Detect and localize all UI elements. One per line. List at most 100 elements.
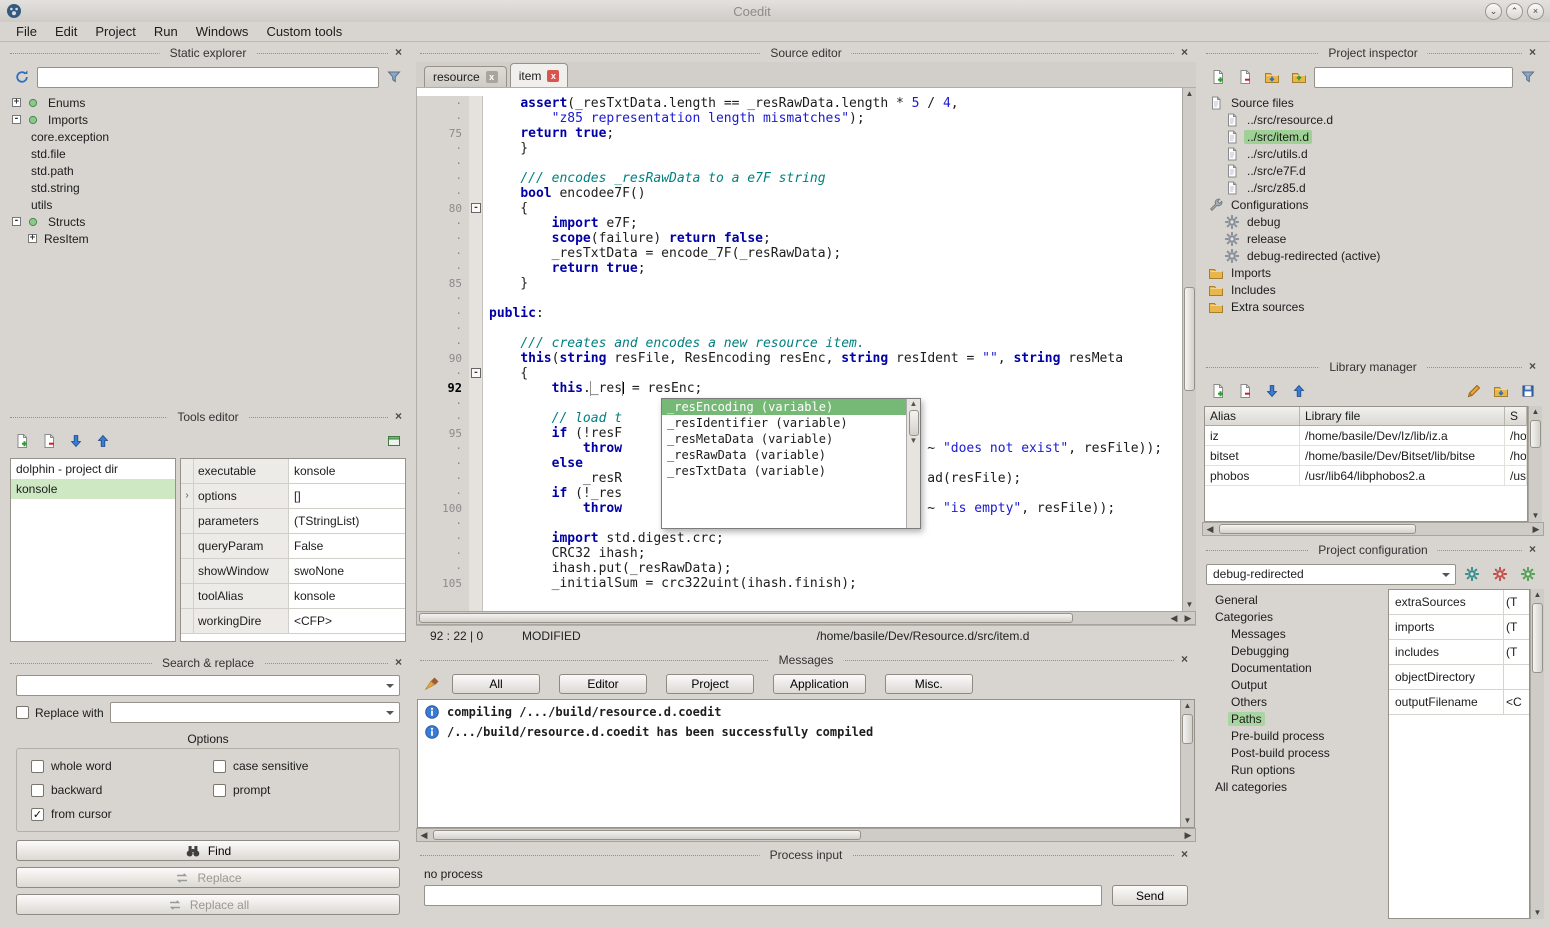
- app-icon[interactable]: [6, 3, 23, 20]
- message-row[interactable]: /.../build/resource.d.coedit has been su…: [418, 722, 1180, 742]
- table-row[interactable]: phobos/usr/lib64/libphobos2.a/us: [1205, 466, 1527, 486]
- option-from-cursor[interactable]: ✓from cursor: [31, 807, 203, 821]
- code-text[interactable]: ihash.put(_resRawData);: [483, 561, 1182, 576]
- scroll-up-icon[interactable]: ▲: [1186, 88, 1194, 100]
- column-header-file[interactable]: Library file: [1300, 407, 1505, 425]
- tree-item-run-options[interactable]: Run options: [1208, 761, 1388, 778]
- filter-button[interactable]: [1516, 65, 1540, 89]
- tree-item-structs[interactable]: -Structs: [8, 213, 408, 230]
- code-text[interactable]: scope(failure) return false;: [483, 231, 1182, 246]
- config-property-row-outputfilename[interactable]: outputFilename<C: [1389, 690, 1529, 715]
- move-library-down-button[interactable]: [1260, 379, 1284, 403]
- replace-button[interactable]: Replace: [16, 867, 400, 888]
- code-text[interactable]: }: [483, 141, 1182, 156]
- scroll-right-icon[interactable]: ▶: [1181, 613, 1195, 624]
- scrollbar-thumb[interactable]: [909, 410, 919, 436]
- scroll-left-icon[interactable]: ◀: [1203, 524, 1217, 535]
- message-row[interactable]: compiling /.../build/resource.d.coedit: [418, 702, 1180, 722]
- checkbox-from-cursor[interactable]: ✓: [31, 808, 44, 821]
- code-text[interactable]: import e7F;: [483, 216, 1182, 231]
- expander-icon[interactable]: +: [12, 98, 21, 107]
- code-text[interactable]: [483, 591, 1182, 611]
- code-text[interactable]: }: [483, 276, 1182, 291]
- tree-item-source-files[interactable]: Source files: [1204, 94, 1542, 111]
- option-backward[interactable]: backward: [31, 783, 203, 797]
- scroll-right-icon[interactable]: ▶: [1529, 524, 1543, 535]
- close-icon[interactable]: ×: [1525, 359, 1540, 374]
- table-row[interactable]: iz/home/basile/Dev/Iz/lib/iz.a/ho: [1205, 426, 1527, 446]
- minimize-window-button[interactable]: ⌃: [1506, 3, 1523, 20]
- tree-item-src-e7f-d[interactable]: ../src/e7F.d: [1204, 162, 1542, 179]
- scroll-down-icon[interactable]: ▼: [910, 436, 918, 445]
- add-folder-button[interactable]: [1260, 65, 1284, 89]
- property-value[interactable]: (TStringList): [289, 509, 405, 533]
- code-text[interactable]: bool encodee7F(): [483, 186, 1182, 201]
- tree-item-messages[interactable]: Messages: [1208, 625, 1388, 642]
- property-value[interactable]: <CFP>: [289, 609, 405, 633]
- add-source-button[interactable]: [1206, 65, 1230, 89]
- shade-window-button[interactable]: ⌄: [1485, 3, 1502, 20]
- completion-item-resencoding-variable[interactable]: _resEncoding (variable): [662, 399, 906, 415]
- scrollbar-thumb[interactable]: [1532, 603, 1543, 673]
- code-text[interactable]: _resTxtData = encode_7F(_resRawData);: [483, 246, 1182, 261]
- code-text[interactable]: [483, 156, 1182, 171]
- messages-vertical-scrollbar[interactable]: ▲ ▼: [1180, 700, 1194, 827]
- tab-resource[interactable]: resourcex: [424, 66, 507, 87]
- close-icon[interactable]: ×: [391, 655, 406, 670]
- code-text[interactable]: return true;: [483, 261, 1182, 276]
- table-row[interactable]: bitset/home/basile/Dev/Bitset/lib/bitse/…: [1205, 446, 1527, 466]
- fold-collapse-icon[interactable]: -: [471, 368, 481, 378]
- property-value[interactable]: konsole: [289, 459, 405, 483]
- open-library-button[interactable]: [1489, 379, 1513, 403]
- property-value[interactable]: <C: [1503, 690, 1529, 714]
- remove-source-button[interactable]: [1233, 65, 1257, 89]
- completion-item-restxtdata-variable[interactable]: _resTxtData (variable): [662, 463, 906, 479]
- symbol-search-input[interactable]: [37, 67, 379, 88]
- remove-tool-button[interactable]: [37, 429, 61, 453]
- tree-item-extra-sources[interactable]: Extra sources: [1204, 298, 1542, 315]
- code-text[interactable]: assert(_resTxtData.length == _resRawData…: [483, 96, 1182, 111]
- close-icon[interactable]: ×: [1525, 542, 1540, 557]
- refresh-button[interactable]: [10, 65, 34, 89]
- menu-run[interactable]: Run: [146, 23, 186, 40]
- property-value[interactable]: konsole: [289, 584, 405, 608]
- tree-item-src-item-d[interactable]: ../src/item.d: [1204, 128, 1542, 145]
- send-button[interactable]: Send: [1112, 885, 1188, 906]
- tab-close-icon[interactable]: x: [547, 70, 559, 82]
- scroll-up-icon[interactable]: ▲: [1534, 589, 1542, 601]
- close-icon[interactable]: ×: [1177, 652, 1192, 667]
- tool-list-item-dolphin-project-dir[interactable]: dolphin - project dir: [11, 459, 175, 479]
- scrollbar-thumb[interactable]: [1219, 524, 1416, 534]
- tab-close-icon[interactable]: x: [486, 71, 498, 83]
- tree-item-debugging[interactable]: Debugging: [1208, 642, 1388, 659]
- scroll-down-icon[interactable]: ▼: [1534, 907, 1542, 919]
- tree-item-imports[interactable]: Imports: [1204, 264, 1542, 281]
- menu-edit[interactable]: Edit: [47, 23, 85, 40]
- property-value[interactable]: [1503, 665, 1529, 689]
- tree-item-paths[interactable]: Paths: [1208, 710, 1388, 727]
- filter-project-button[interactable]: Project: [666, 674, 754, 694]
- checkbox-backward[interactable]: [31, 784, 44, 797]
- sync-configuration-button[interactable]: [1460, 562, 1484, 586]
- editor-horizontal-scrollbar[interactable]: ◀ ▶: [416, 611, 1196, 625]
- tree-item-output[interactable]: Output: [1208, 676, 1388, 693]
- tree-item-release[interactable]: release: [1204, 230, 1542, 247]
- scroll-down-icon[interactable]: ▼: [1532, 510, 1540, 522]
- scrollbar-thumb[interactable]: [1530, 420, 1541, 448]
- scroll-down-icon[interactable]: ▼: [1186, 599, 1194, 611]
- completion-item-residentifier-variable[interactable]: _resIdentifier (variable): [662, 415, 906, 431]
- property-row-showwindow[interactable]: showWindowswoNone: [181, 559, 405, 584]
- close-icon[interactable]: ×: [1177, 45, 1192, 60]
- code-text[interactable]: /// creates and encodes a new resource i…: [483, 336, 1182, 351]
- completion-item-resmetadata-variable[interactable]: _resMetaData (variable): [662, 431, 906, 447]
- property-row-workingdire[interactable]: workingDire<CFP>: [181, 609, 405, 634]
- close-icon[interactable]: ×: [391, 409, 406, 424]
- project-filter-input[interactable]: [1314, 67, 1513, 88]
- completion-scrollbar[interactable]: ▲ ▼: [906, 399, 920, 528]
- scroll-left-icon[interactable]: ◀: [417, 830, 431, 841]
- property-row-parameters[interactable]: parameters(TStringList): [181, 509, 405, 534]
- code-text[interactable]: public:: [483, 306, 1182, 321]
- scroll-up-icon[interactable]: ▲: [910, 399, 918, 408]
- code-text[interactable]: [483, 291, 1182, 306]
- tree-item-core-exception[interactable]: core.exception: [8, 128, 408, 145]
